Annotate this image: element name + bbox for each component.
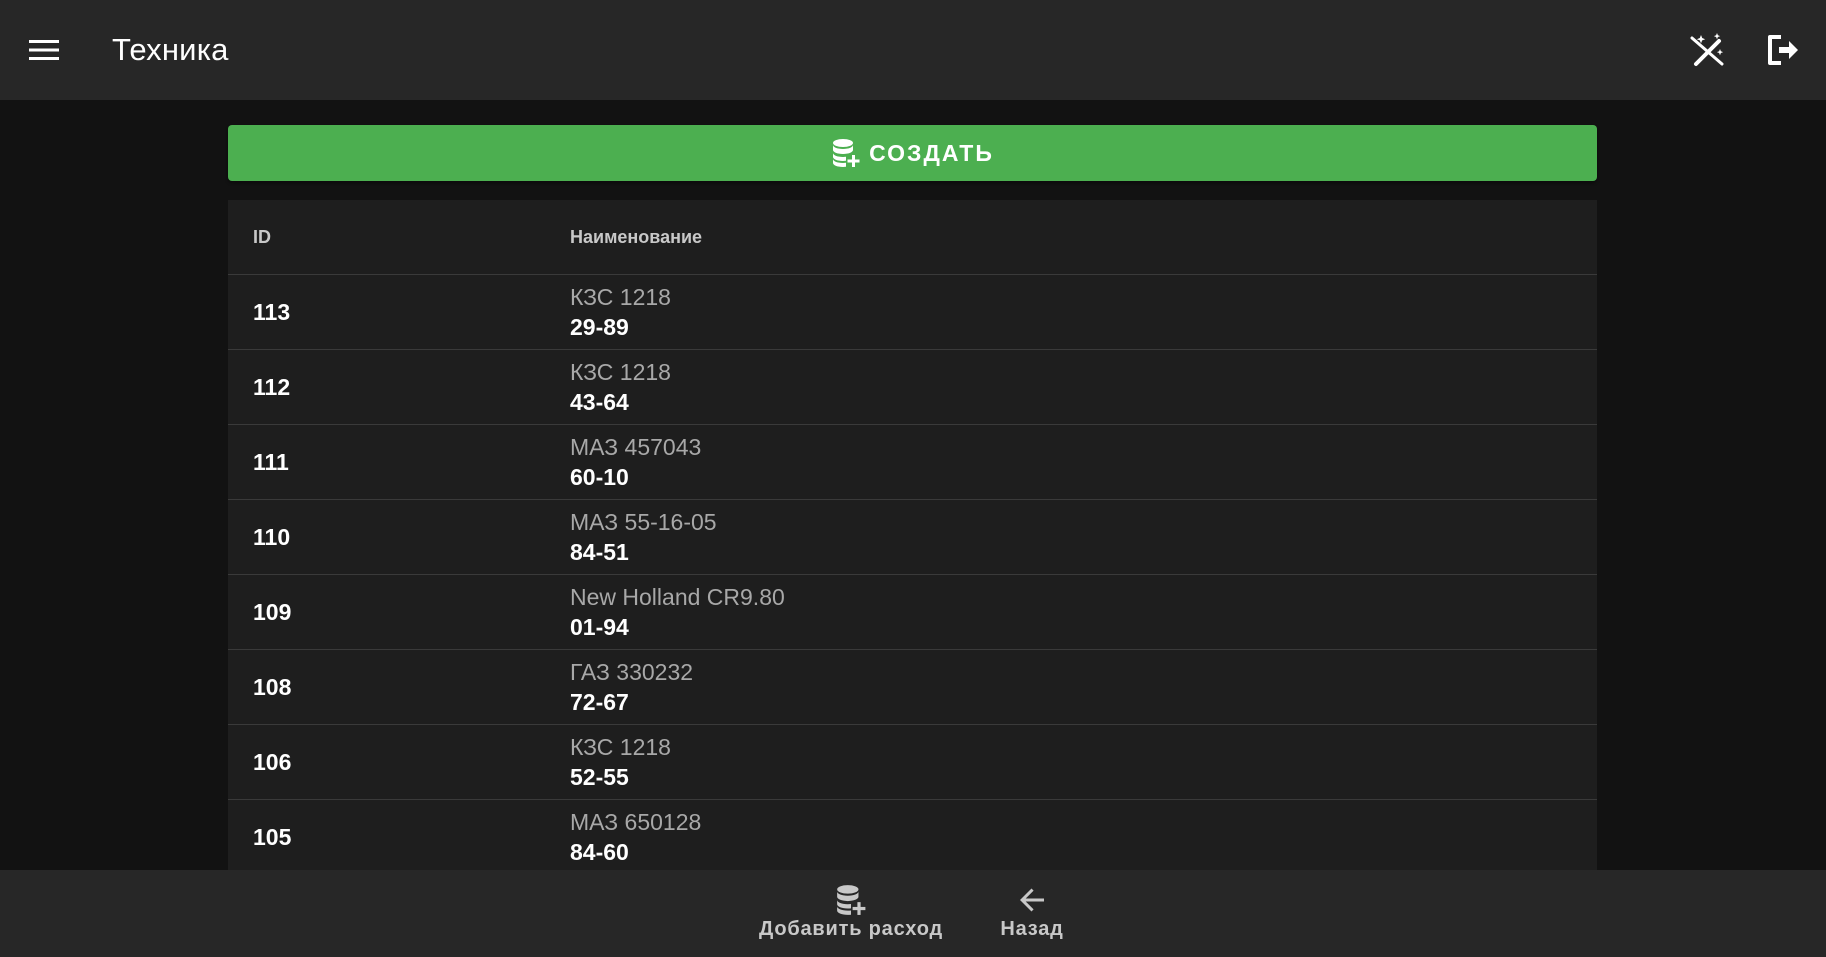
- row-model: МАЗ 55-16-05: [570, 509, 717, 535]
- logout-icon: [1768, 35, 1798, 65]
- back-button[interactable]: Назад: [990, 884, 1074, 941]
- add-expense-button[interactable]: Добавить расход: [756, 884, 946, 941]
- row-number: 52-55: [570, 764, 629, 790]
- app-bar: Техника: [0, 0, 1826, 100]
- table-row[interactable]: 113 КЗС 1218 29-89: [228, 275, 1597, 350]
- row-number: 43-64: [570, 389, 629, 415]
- row-number: 60-10: [570, 464, 629, 490]
- row-id: 109: [253, 598, 292, 625]
- row-model: КЗС 1218: [570, 284, 671, 310]
- database-plus-icon: [837, 885, 866, 915]
- main-content: СОЗДАТЬ ID Наименование 113 КЗС 1218 29-…: [228, 125, 1597, 875]
- row-model: КЗС 1218: [570, 359, 671, 385]
- row-model: КЗС 1218: [570, 734, 671, 760]
- row-number: 84-60: [570, 839, 629, 865]
- logout-button[interactable]: [1758, 26, 1806, 74]
- row-model: МАЗ 650128: [570, 809, 702, 835]
- vehicles-table: ID Наименование 113 КЗС 1218 29-89 112 К…: [228, 200, 1597, 875]
- row-id: 113: [253, 298, 291, 325]
- column-header-id[interactable]: ID: [228, 227, 570, 248]
- row-model: ГАЗ 330232: [570, 659, 694, 685]
- bottom-navigation: Добавить расход Назад: [0, 870, 1826, 957]
- row-number: 29-89: [570, 314, 629, 340]
- create-button[interactable]: СОЗДАТЬ: [228, 125, 1597, 181]
- page-title: Техника: [112, 32, 229, 67]
- row-id: 106: [253, 748, 292, 775]
- database-plus-icon: [833, 139, 860, 167]
- table-row[interactable]: 106 КЗС 1218 52-55: [228, 725, 1597, 800]
- row-id: 112: [253, 373, 291, 400]
- row-id: 111: [253, 448, 289, 475]
- table-row[interactable]: 110 МАЗ 55-16-05 84-51: [228, 500, 1597, 575]
- menu-icon: [29, 40, 59, 60]
- row-model: МАЗ 457043: [570, 434, 702, 460]
- arrow-left-icon: [1020, 888, 1044, 912]
- table-row[interactable]: 111 МАЗ 457043 60-10: [228, 425, 1597, 500]
- table-header: ID Наименование: [228, 200, 1597, 275]
- row-number: 72-67: [570, 689, 629, 715]
- menu-button[interactable]: [20, 28, 68, 72]
- row-id: 110: [253, 523, 291, 550]
- table-row[interactable]: 108 ГАЗ 330232 72-67: [228, 650, 1597, 725]
- add-expense-label: Добавить расход: [759, 918, 943, 940]
- row-id: 108: [253, 673, 292, 700]
- row-number: 01-94: [570, 614, 629, 640]
- row-number: 84-51: [570, 539, 629, 565]
- table-row[interactable]: 109 New Holland CR9.80 01-94: [228, 575, 1597, 650]
- row-id: 105: [253, 823, 292, 850]
- table-row[interactable]: 105 МАЗ 650128 84-60: [228, 800, 1597, 875]
- row-model: New Holland CR9.80: [570, 584, 785, 610]
- auto-fix-icon: [1690, 33, 1724, 66]
- create-button-label: СОЗДАТЬ: [869, 139, 994, 166]
- column-header-name[interactable]: Наименование: [570, 227, 1597, 248]
- table-row[interactable]: 112 КЗС 1218 43-64: [228, 350, 1597, 425]
- back-label: Назад: [1000, 918, 1064, 940]
- theme-toggle-button[interactable]: [1683, 26, 1731, 74]
